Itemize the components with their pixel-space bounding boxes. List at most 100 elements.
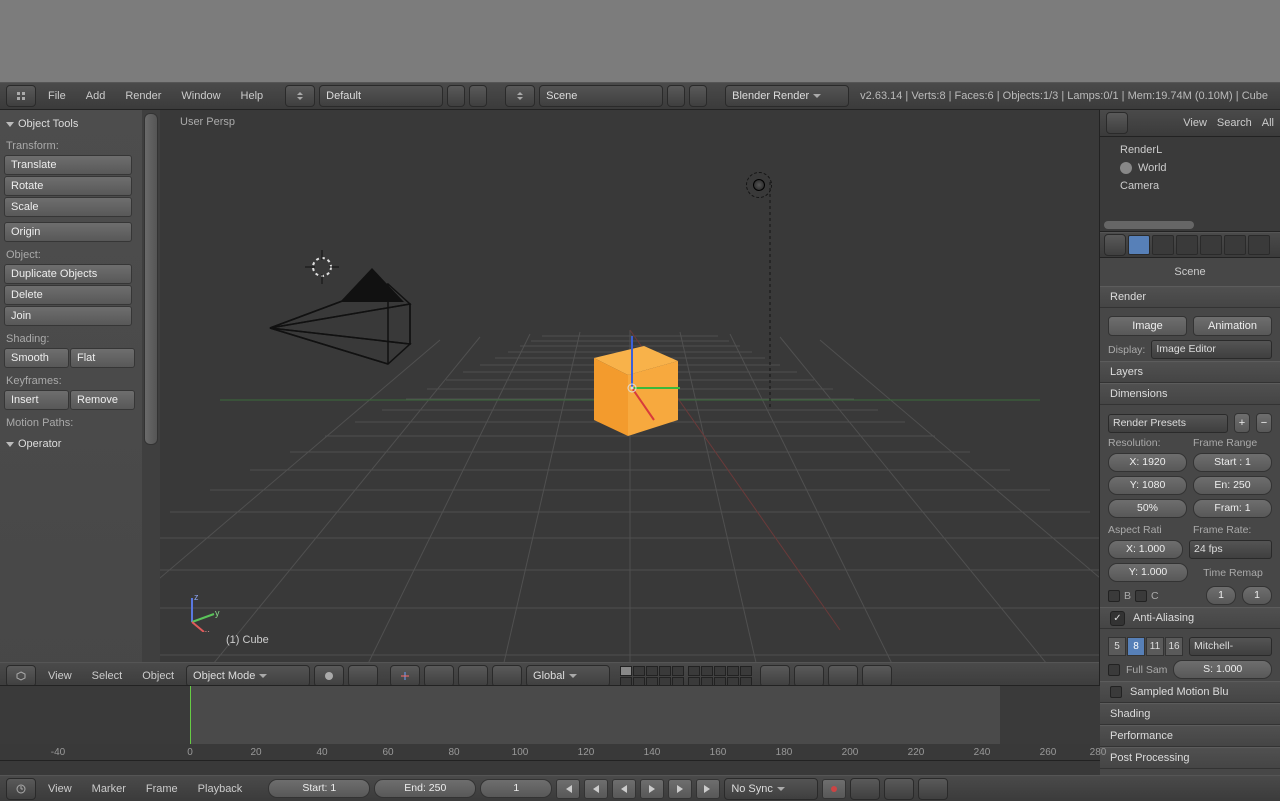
preset-remove[interactable]: − (1256, 413, 1272, 433)
btn-play[interactable] (640, 779, 664, 799)
orientation-dropdown[interactable]: Global (526, 665, 610, 687)
btn-insert-key[interactable]: Insert (4, 390, 69, 410)
btn-scale[interactable]: Scale (4, 197, 132, 217)
scene-add[interactable] (667, 85, 685, 107)
layout-delete[interactable] (469, 85, 487, 107)
btn-autokey[interactable] (822, 779, 846, 799)
manipulator-toggle[interactable] (390, 665, 420, 687)
tl-menu-marker[interactable]: Marker (84, 783, 134, 795)
field-frame-step[interactable]: Fram: 1 (1193, 499, 1272, 518)
field-aspect-x[interactable]: X: 1.000 (1108, 540, 1183, 559)
tab-object[interactable] (1200, 235, 1222, 255)
field-end-frame[interactable]: End: 250 (374, 779, 476, 798)
section-antialiasing[interactable]: Anti-Aliasing (1100, 607, 1280, 629)
editor-type-timeline[interactable] (6, 778, 36, 800)
snap-toggle[interactable] (794, 665, 824, 687)
btn-remove-key[interactable]: Remove (70, 390, 135, 410)
btn-prev-key[interactable] (584, 779, 608, 799)
field-respct[interactable]: 50% (1108, 499, 1187, 518)
editor-type-properties[interactable] (1104, 234, 1126, 256)
outliner-item-renderlayers[interactable]: RenderL (1120, 141, 1276, 159)
section-render[interactable]: Render (1100, 286, 1280, 308)
key-insert[interactable] (884, 778, 914, 800)
section-shading[interactable]: Shading (1100, 703, 1280, 725)
field-filter-size[interactable]: S: 1.000 (1173, 660, 1272, 679)
field-remap-old[interactable]: 1 (1206, 586, 1236, 605)
field-aspect-y[interactable]: Y: 1.000 (1108, 563, 1188, 582)
outliner-item-world[interactable]: World (1120, 159, 1276, 177)
btn-translate[interactable]: Translate (4, 155, 132, 175)
timeline-graph[interactable]: -40 0 20 40 60 80 100 120 140 160 180 20… (0, 685, 1100, 761)
btn-jump-start[interactable] (556, 779, 580, 799)
scene-dropdown[interactable]: Scene (539, 85, 663, 107)
screen-layout-browse[interactable] (285, 85, 315, 107)
btn-next-key[interactable] (668, 779, 692, 799)
editor-type-selector[interactable] (6, 85, 36, 107)
outliner-filter-all[interactable]: All (1262, 117, 1274, 129)
border-toggle[interactable] (1108, 590, 1120, 602)
tab-render[interactable] (1128, 235, 1150, 255)
lock-camera[interactable] (760, 665, 790, 687)
btn-render-image[interactable]: Image (1108, 316, 1187, 336)
aa-8[interactable]: 8 (1127, 637, 1145, 656)
mode-dropdown[interactable]: Object Mode (186, 665, 310, 687)
field-current-frame[interactable]: 1 (480, 779, 552, 798)
field-remap-new[interactable]: 1 (1242, 586, 1272, 605)
menu-file[interactable]: File (40, 90, 74, 102)
screen-layout-dropdown[interactable]: Default (319, 85, 443, 107)
btn-play-reverse[interactable] (612, 779, 636, 799)
menu-add[interactable]: Add (78, 90, 114, 102)
tab-scene[interactable] (1152, 235, 1174, 255)
section-smb[interactable]: Sampled Motion Blu (1100, 681, 1280, 703)
crop-toggle[interactable] (1135, 590, 1147, 602)
tab-world[interactable] (1176, 235, 1198, 255)
smb-checkbox[interactable] (1110, 686, 1122, 698)
btn-origin[interactable]: Origin (4, 222, 132, 242)
sync-dropdown[interactable]: No Sync (724, 778, 818, 800)
field-frame-start[interactable]: Start : 1 (1193, 453, 1272, 472)
fps-dropdown[interactable]: 24 fps (1189, 540, 1272, 559)
manipulator-scale[interactable] (492, 665, 522, 687)
outliner-hscroll[interactable] (1104, 221, 1194, 229)
aa-16[interactable]: 16 (1165, 637, 1183, 656)
btn-delete[interactable]: Delete (4, 285, 132, 305)
tl-menu-view[interactable]: View (40, 783, 80, 795)
toolshelf-scroll-thumb[interactable] (144, 113, 158, 445)
keying-set-dropdown[interactable] (850, 778, 880, 800)
editor-type-outliner[interactable] (1106, 112, 1128, 134)
outliner-menu-view[interactable]: View (1183, 117, 1207, 129)
btn-render-anim[interactable]: Animation (1193, 316, 1272, 336)
section-post[interactable]: Post Processing (1100, 747, 1280, 769)
aa-filter-dropdown[interactable]: Mitchell- (1189, 637, 1272, 656)
menu-window[interactable]: Window (173, 90, 228, 102)
outliner-tree[interactable]: RenderL World Camera (1100, 137, 1280, 232)
aa-checkbox[interactable] (1110, 611, 1125, 626)
render-engine-dropdown[interactable]: Blender Render (725, 85, 849, 107)
render-presets-dropdown[interactable]: Render Presets (1108, 414, 1228, 433)
aa-11[interactable]: 11 (1146, 637, 1164, 656)
outliner-menu-search[interactable]: Search (1217, 117, 1252, 129)
key-delete[interactable] (918, 778, 948, 800)
menu-view[interactable]: View (40, 670, 80, 682)
outliner-item-camera[interactable]: Camera (1120, 177, 1276, 195)
field-start-frame[interactable]: Start: 1 (268, 779, 370, 798)
btn-smooth[interactable]: Smooth (4, 348, 69, 368)
panel-operator[interactable]: Operator (4, 436, 146, 454)
btn-rotate[interactable]: Rotate (4, 176, 132, 196)
btn-join[interactable]: Join (4, 306, 132, 326)
snap-element[interactable] (828, 665, 858, 687)
layer-buttons[interactable] (620, 666, 752, 687)
aa-5[interactable]: 5 (1108, 637, 1126, 656)
field-frame-end[interactable]: En: 250 (1193, 476, 1272, 495)
tl-menu-frame[interactable]: Frame (138, 783, 186, 795)
btn-duplicate[interactable]: Duplicate Objects (4, 264, 132, 284)
menu-select[interactable]: Select (84, 670, 131, 682)
aa-samples[interactable]: 581116 (1108, 637, 1183, 656)
3d-viewport[interactable]: User Persp (160, 110, 1100, 662)
menu-help[interactable]: Help (233, 90, 272, 102)
panel-object-tools[interactable]: Object Tools (4, 116, 146, 134)
scene-browse[interactable] (505, 85, 535, 107)
manipulator-rotate[interactable] (458, 665, 488, 687)
manipulator-translate[interactable] (424, 665, 454, 687)
section-layers[interactable]: Layers (1100, 361, 1280, 383)
